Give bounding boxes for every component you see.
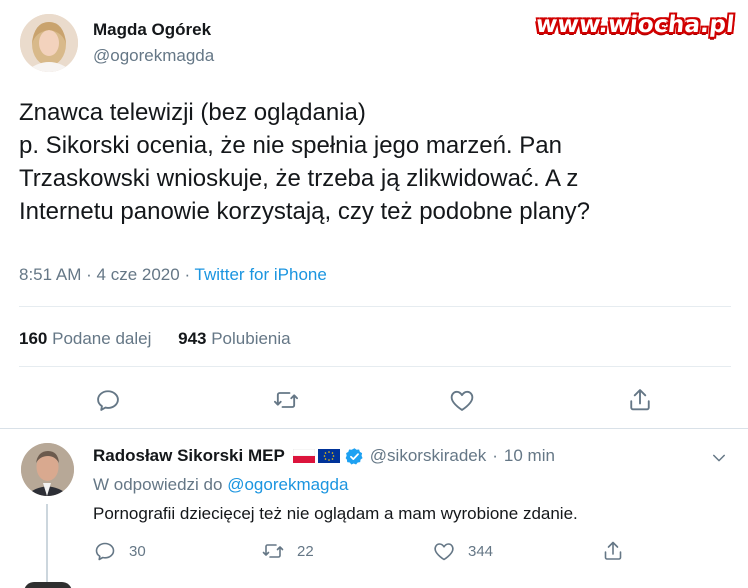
reply-like-button[interactable]: 344 [432,539,493,563]
retweet-icon [273,392,299,408]
heart-icon [434,543,454,561]
reply-author-name[interactable]: Radosław Sikorski MEP [93,446,285,466]
tweet-text-line: Znawca telewizji (bez oglądania) [19,99,366,126]
reply-author-avatar[interactable] [21,443,74,496]
meta-separator: · [184,265,191,284]
likes-count: 943 [178,329,207,348]
next-tweet-avatar[interactable] [24,582,72,588]
reply-share-button[interactable] [601,539,637,563]
avatar-photo-icon [21,443,74,496]
author-avatar[interactable] [20,14,78,72]
likes-stat[interactable]: 943 Polubienia [178,329,291,348]
retweet-count: 22 [297,542,314,560]
reply-author-handle[interactable]: @sikorskiradek [370,446,486,466]
reply-text: Pornografii dziecięcej też nie oglądam a… [93,504,578,523]
retweet-icon [262,544,284,558]
reply-retweet-button[interactable]: 22 [261,539,314,563]
watermark: www.wiocha.pl [534,12,736,38]
meta-separator: · [492,446,498,465]
divider [19,366,731,367]
meta-separator: · [86,265,92,284]
tweet-text: Znawca telewizji (bez oglądania) p. Siko… [19,96,731,228]
thread-line [46,504,48,588]
reply-time[interactable]: 10 min [504,446,555,466]
retweets-label: Podane dalej [52,329,152,348]
reply-count: 30 [129,542,146,560]
reply-prefix: W odpowiedzi do [93,475,223,494]
reply-context: W odpowiedzi do @ogorekmagda [93,475,348,495]
retweet-button[interactable] [272,386,300,414]
share-icon [604,541,622,560]
reply-mention-link[interactable]: @ogorekmagda [227,475,348,494]
tweet-time[interactable]: 8:51 AM [19,265,81,284]
eu-flag-icon [317,449,340,463]
reply-icon [95,542,115,561]
like-button[interactable] [448,386,476,414]
share-icon [630,389,650,411]
divider [19,306,731,307]
poland-flag-icon [292,449,315,463]
tweet-meta: 8:51 AM · 4 cze 2020 · Twitter for iPhon… [19,265,327,285]
author-handle[interactable]: @ogorekmagda [93,46,214,66]
avatar-photo-icon [20,14,78,72]
chevron-down-icon[interactable] [710,449,728,467]
tweet-date[interactable]: 4 cze 2020 [97,265,180,284]
tweet-text-line: Internetu panowie korzystają, czy też po… [19,198,591,225]
retweets-count: 160 [19,329,48,348]
like-count: 344 [468,542,494,560]
likes-label: Polubienia [211,329,291,348]
verified-badge-icon [345,447,363,464]
reply-reply-button[interactable]: 30 [93,539,146,563]
tweet-source-link[interactable]: Twitter for iPhone [195,265,327,284]
share-button[interactable] [626,386,654,414]
retweets-stat[interactable]: 160 Podane dalej [19,329,151,348]
tweet-text-line: Trzaskowski wnioskuje, że trzeba ją zlik… [19,165,579,192]
tweet-stats: 160 Podane dalej 943 Polubienia [19,329,291,349]
heart-icon [450,390,474,411]
tweet-text-line: p. Sikorski ocenia, że nie spełnia jego … [19,132,562,159]
author-name[interactable]: Magda Ogórek [93,20,211,40]
reply-icon [97,390,119,411]
reply-button[interactable] [94,386,122,414]
reply-tweet: Radosław Sikorski MEP @sikorskiradek · 1… [0,429,748,588]
reply-header: Radosław Sikorski MEP @sikorskiradek · 1… [93,446,555,466]
